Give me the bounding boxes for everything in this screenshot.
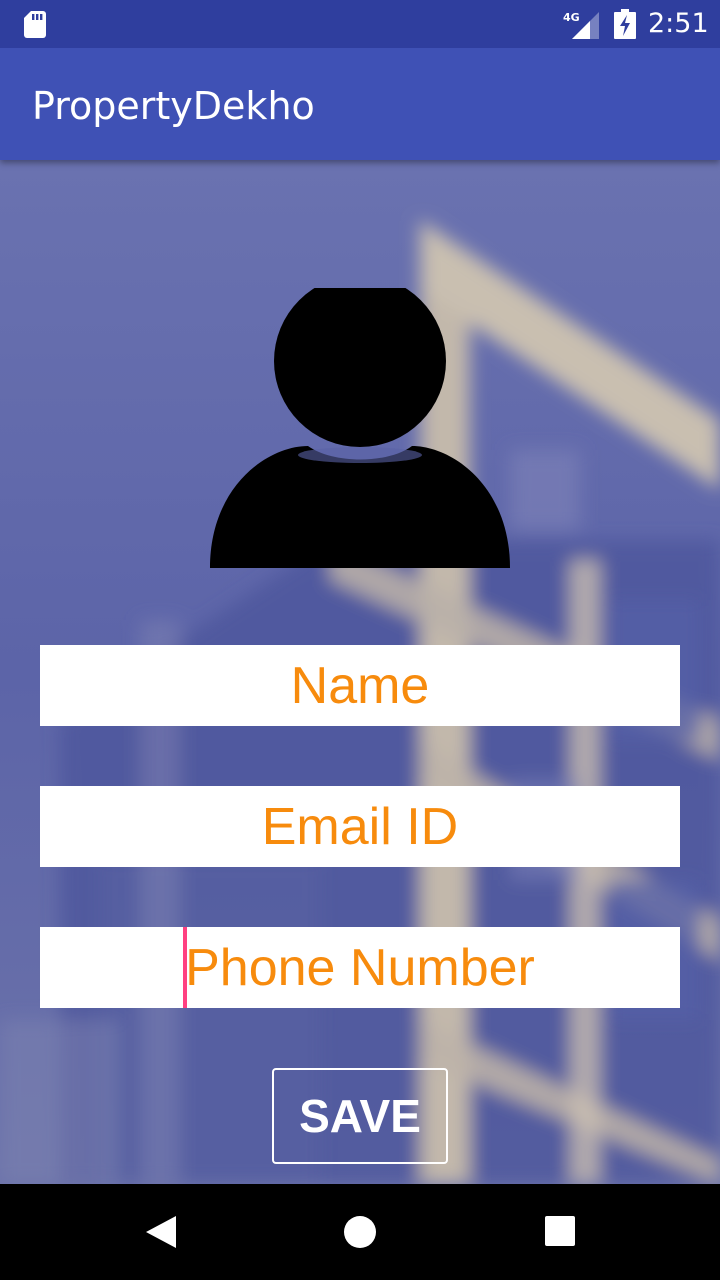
app-bar: PropertyDekho xyxy=(0,48,720,160)
recents-icon[interactable] xyxy=(545,1216,575,1246)
phone-number-input[interactable] xyxy=(40,927,680,1008)
sd-card-icon xyxy=(24,11,46,38)
app-title: PropertyDekho xyxy=(32,84,315,128)
person-icon[interactable] xyxy=(208,288,512,574)
battery-charging-icon xyxy=(614,9,636,39)
name-input[interactable] xyxy=(40,645,680,726)
screen: 4G 2:51 PropertyDekho Name Email ID Phon… xyxy=(0,0,720,1280)
status-time: 2:51 xyxy=(648,8,709,39)
home-icon[interactable] xyxy=(343,1215,377,1249)
status-bar: 4G 2:51 xyxy=(0,0,720,48)
back-icon[interactable] xyxy=(144,1214,178,1250)
save-button[interactable]: SAVE xyxy=(272,1068,448,1164)
text-cursor xyxy=(183,927,187,1008)
signal-4g-icon: 4G xyxy=(563,11,599,39)
email-input[interactable] xyxy=(40,786,680,867)
network-type-label: 4G xyxy=(563,11,580,24)
